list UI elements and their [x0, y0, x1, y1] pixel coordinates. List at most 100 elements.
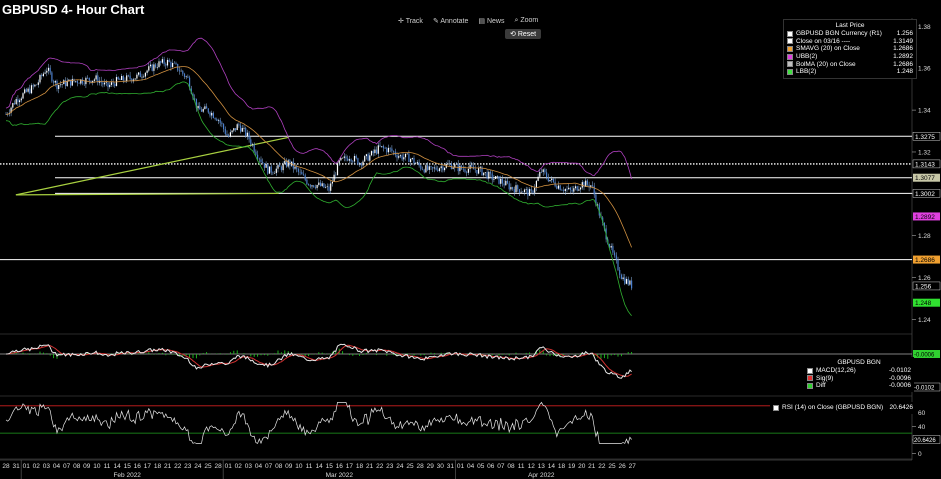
price-legend-name: LBB(2) [796, 68, 817, 76]
candle-body [523, 189, 526, 193]
candle-body [214, 118, 216, 119]
candle-body [47, 67, 50, 71]
candle-body [270, 166, 272, 173]
candle-body [540, 171, 543, 173]
candle-body [576, 186, 578, 191]
candle-body [236, 124, 238, 131]
candle-body [262, 161, 264, 164]
candle-body [284, 161, 286, 164]
candle-body [418, 162, 420, 166]
rsi-legend-value: 20.6426 [889, 404, 914, 412]
candle-body [389, 147, 391, 149]
candle-body [199, 105, 201, 110]
candle-body [117, 77, 119, 80]
candle-body [563, 190, 565, 192]
candle-body [381, 146, 383, 147]
x-tick-label: 18 [154, 463, 162, 470]
candle-body [340, 157, 342, 161]
candle-body [527, 189, 529, 196]
candle-body [217, 119, 220, 121]
price-tick-label: 1.26 [918, 275, 931, 282]
candle-body [620, 274, 622, 280]
candle-body [27, 88, 29, 92]
macd-legend-swatch [807, 382, 813, 389]
candle-body [134, 78, 136, 80]
x-tick-label: 18 [558, 463, 566, 470]
candle-body [304, 175, 306, 180]
candle-body [564, 189, 566, 192]
candle-body [297, 168, 299, 172]
candle-body [180, 70, 182, 72]
candle-body [248, 132, 250, 140]
candle-body [202, 109, 204, 112]
candle-body [87, 77, 89, 79]
candle-body [612, 246, 614, 253]
candle-body [149, 64, 152, 67]
candle-body [19, 100, 21, 103]
candle-body [559, 185, 561, 191]
x-tick-label: 08 [507, 463, 515, 470]
candle-body [500, 178, 502, 184]
candle-body [42, 73, 44, 77]
candle-body [348, 159, 350, 161]
candle-body [537, 176, 539, 181]
candle-body [367, 154, 369, 161]
candle-body [200, 109, 203, 112]
candle-body [391, 148, 393, 152]
rsi-tick-label: 40 [918, 424, 926, 431]
candle-body [22, 93, 24, 99]
candle-body [326, 186, 328, 188]
candle-body [629, 280, 631, 285]
price-tick-label: 1.34 [918, 108, 931, 115]
price-legend-value: 1.256 [896, 30, 913, 38]
x-tick-label: 23 [184, 463, 192, 470]
price-legend-name: Close on 03/16 ---- [796, 37, 851, 45]
candle-body [591, 185, 594, 186]
price-legend-header: Last Price [835, 22, 865, 29]
price-legend-name: SMAVG (20) on Close [796, 45, 860, 53]
candle-body [211, 112, 213, 116]
candle-body [75, 81, 77, 82]
candle-body [285, 161, 288, 167]
candle-body [353, 155, 356, 162]
x-tick-label: 27 [629, 463, 637, 470]
x-tick-label: 16 [134, 463, 142, 470]
price-value-label: 1.2686 [915, 257, 935, 264]
candle-body [56, 81, 58, 90]
candle-body [505, 180, 507, 186]
price-legend-value: 1.2892 [893, 53, 913, 61]
candle-body [54, 81, 56, 83]
candle-body [382, 146, 384, 148]
price-value-label: 1.3143 [915, 161, 935, 168]
candle-body [170, 62, 172, 68]
candle-body [423, 169, 425, 173]
moving-average-line [5, 66, 632, 248]
x-tick-label: 08 [73, 463, 81, 470]
candle-body [311, 185, 313, 187]
candle-body [452, 167, 454, 169]
candle-body [483, 172, 485, 176]
candle-body [139, 72, 141, 78]
candle-body [294, 166, 296, 169]
candle-body [534, 187, 536, 193]
x-tick-label: 16 [336, 463, 344, 470]
candle-body [506, 180, 509, 184]
candle-body [496, 176, 498, 177]
candle-body [313, 185, 315, 188]
candle-body [299, 171, 301, 173]
candle-body [518, 189, 520, 193]
candle-body [393, 151, 395, 152]
candle-body [141, 76, 143, 78]
candle-body [403, 157, 405, 160]
price-legend: Last Price GBPUSD BGN Currency (R1) 1.256… [783, 19, 917, 79]
macd-legend-row: Sig(9) -0.0096 [807, 375, 911, 383]
candle-body [268, 166, 271, 174]
rsi-tick-label: 0 [918, 451, 922, 458]
candle-body [282, 163, 284, 171]
x-tick-label: 25 [406, 463, 414, 470]
x-tick-label: 25 [204, 463, 212, 470]
macd-legend-swatch [807, 367, 813, 374]
candle-body [517, 185, 519, 190]
candle-body [503, 183, 505, 186]
candle-body [442, 166, 444, 171]
